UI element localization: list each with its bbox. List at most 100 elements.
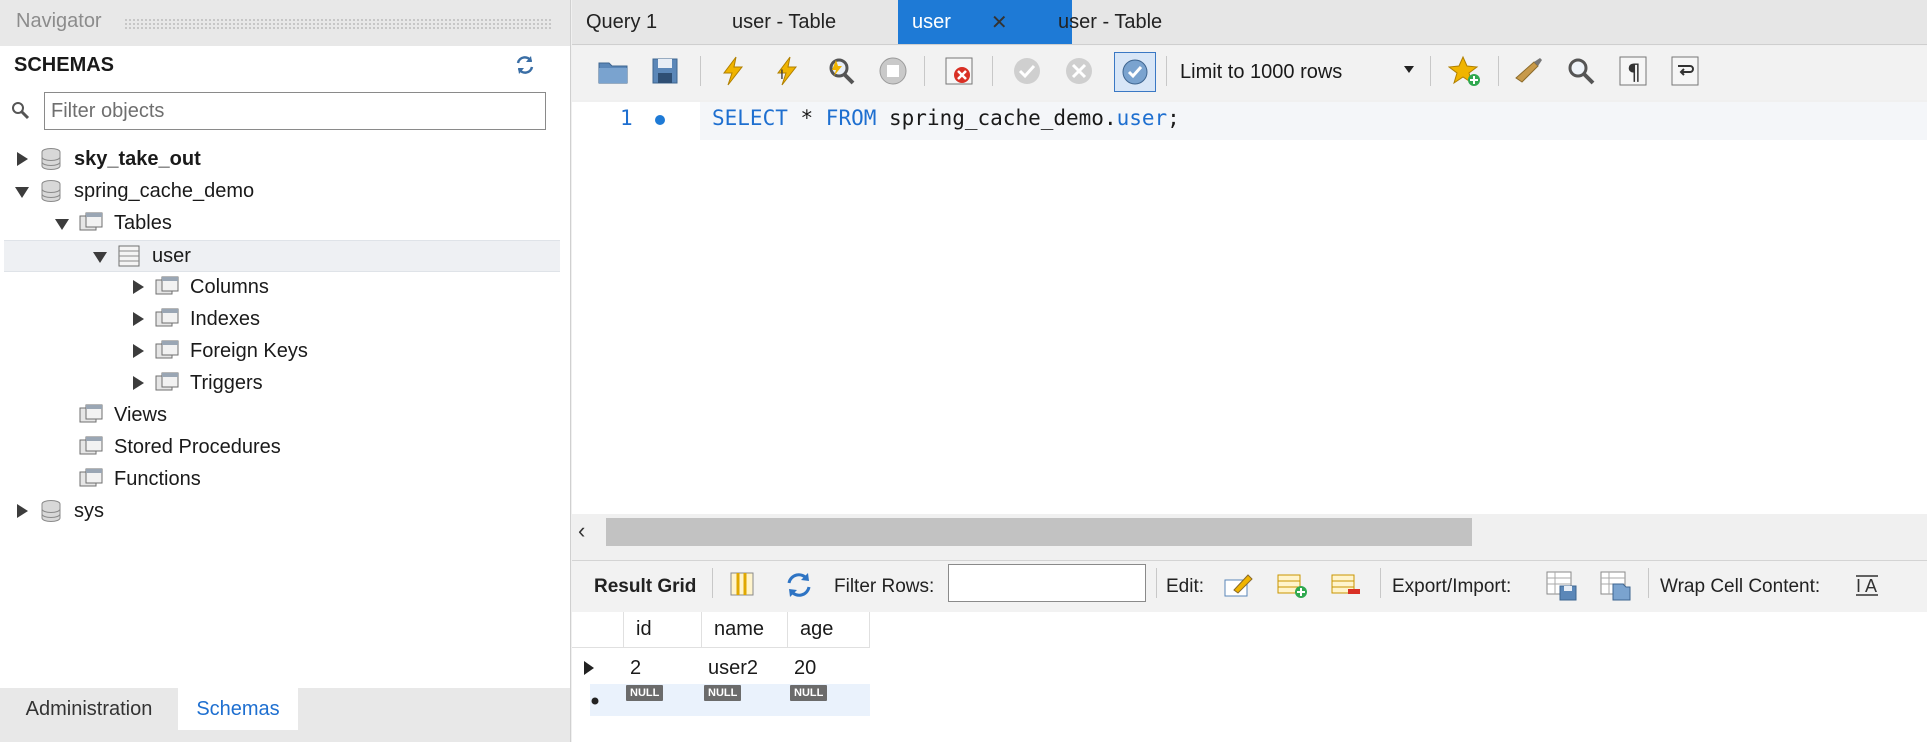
tree-item-indexes[interactable]: Indexes <box>130 304 260 334</box>
refresh-icon[interactable] <box>514 54 536 76</box>
sql-text: spring_cache_demo. <box>876 106 1117 130</box>
folder-icon <box>154 274 180 300</box>
open-file-icon[interactable] <box>596 54 630 88</box>
toolbar-separator <box>1380 568 1381 598</box>
execute-icon[interactable] <box>716 54 750 88</box>
schema-sky-take-out[interactable]: sky_take_out <box>14 144 201 174</box>
wrap-icon[interactable] <box>1668 54 1702 88</box>
svg-text:¶: ¶ <box>1627 61 1641 86</box>
database-icon <box>38 146 64 172</box>
invisible-chars-icon[interactable]: ¶ <box>1616 54 1650 88</box>
tree-item-foreign-keys[interactable]: Foreign Keys <box>130 336 308 366</box>
toggle-error-icon[interactable] <box>942 54 976 88</box>
schema-label: spring_cache_demo <box>74 179 255 202</box>
column-header-id[interactable]: id <box>624 612 702 648</box>
panel-grip[interactable] <box>124 18 552 30</box>
collapse-arrow-icon[interactable] <box>54 215 70 231</box>
sql-keyword: FROM <box>825 106 877 130</box>
null-cell[interactable]: NULL <box>790 682 850 704</box>
tree-item-user[interactable]: user <box>4 240 560 272</box>
tab-label: user - Table <box>732 10 837 33</box>
tree-label: Functions <box>114 467 201 490</box>
tree-label: Tables <box>114 211 172 234</box>
autocommit-icon[interactable] <box>1114 52 1156 92</box>
wrap-cell-icon[interactable]: IA <box>1854 572 1880 598</box>
search-icon <box>10 100 32 122</box>
tree-item-tables[interactable]: Tables <box>54 208 172 238</box>
folder-icon <box>154 306 180 332</box>
svg-text:I: I <box>1856 576 1861 596</box>
schema-label: sky_take_out <box>74 147 201 170</box>
expand-arrow-icon[interactable] <box>130 279 146 295</box>
tab-administration[interactable]: Administration <box>0 688 178 730</box>
find-icon[interactable] <box>1564 54 1598 88</box>
chevron-down-icon[interactable] <box>1404 66 1414 73</box>
tree-label: Stored Procedures <box>114 435 281 458</box>
null-cell[interactable]: NULL <box>626 682 686 704</box>
schemas-heading: SCHEMAS <box>14 54 115 76</box>
null-cell[interactable]: NULL <box>704 682 764 704</box>
commit-icon[interactable] <box>1010 54 1044 88</box>
tree-item-stored-procedures[interactable]: Stored Procedures <box>78 432 281 462</box>
bookmark-icon[interactable] <box>1447 54 1482 88</box>
toolbar-separator <box>712 568 713 598</box>
database-icon <box>38 498 64 524</box>
collapse-arrow-icon[interactable] <box>92 248 108 264</box>
expand-arrow-icon[interactable] <box>130 343 146 359</box>
edit-row-icon[interactable] <box>1222 570 1254 600</box>
tab-label: user <box>912 10 951 33</box>
toolbar-separator <box>1156 568 1157 598</box>
beautify-icon[interactable] <box>1512 54 1546 88</box>
grid-cell[interactable]: 2 <box>630 650 700 686</box>
export-icon[interactable] <box>1544 568 1578 602</box>
sql-statement[interactable]: SELECT * FROM spring_cache_demo.user; <box>712 106 1180 130</box>
grid-cell[interactable]: 20 <box>794 650 870 686</box>
scroll-thumb[interactable] <box>606 518 1472 546</box>
tab-user-table-2[interactable]: user - Table <box>1044 0 1176 44</box>
delete-row-icon[interactable] <box>1330 570 1362 600</box>
tab-query-1[interactable]: Query 1 <box>572 0 671 44</box>
tab-label: user - Table <box>1058 10 1163 33</box>
result-grid-label[interactable]: Result Grid <box>594 576 696 598</box>
folder-icon <box>154 370 180 396</box>
collapse-arrow-icon[interactable] <box>14 183 30 199</box>
tree-item-functions[interactable]: Functions <box>78 464 201 494</box>
filter-rows-label: Filter Rows: <box>834 576 935 597</box>
schema-sys[interactable]: sys <box>14 496 104 526</box>
sql-text: * <box>787 106 826 130</box>
expand-arrow-icon[interactable] <box>14 151 30 167</box>
folder-icon <box>154 338 180 364</box>
tab-schemas[interactable]: Schemas <box>178 688 298 730</box>
refresh-grid-icon[interactable] <box>784 570 814 600</box>
column-header-name[interactable]: name <box>702 612 788 648</box>
expand-arrow-icon[interactable] <box>130 375 146 391</box>
filter-rows-input[interactable] <box>948 564 1146 602</box>
execute-current-icon[interactable]: I <box>770 54 804 88</box>
limit-rows-value: Limit to 1000 rows <box>1180 60 1343 83</box>
add-row-icon[interactable] <box>1276 570 1308 600</box>
rollback-icon[interactable] <box>1062 54 1096 88</box>
stop-icon[interactable] <box>876 54 910 88</box>
folder-icon <box>78 210 104 236</box>
explain-icon[interactable] <box>824 54 858 88</box>
tree-item-columns[interactable]: Columns <box>130 272 269 302</box>
filter-objects-input[interactable] <box>44 92 546 130</box>
tree-item-triggers[interactable]: Triggers <box>130 368 263 398</box>
limit-rows-select[interactable]: Limit to 1000 rows <box>1180 52 1420 92</box>
current-row-icon <box>582 650 612 686</box>
sql-editor[interactable] <box>572 102 1927 514</box>
schema-spring-cache-demo[interactable]: spring_cache_demo <box>14 176 254 206</box>
edit-label: Edit: <box>1166 576 1205 597</box>
expand-arrow-icon[interactable] <box>130 311 146 327</box>
save-icon[interactable] <box>648 54 682 88</box>
import-icon[interactable] <box>1598 568 1632 602</box>
close-icon[interactable]: ✕ <box>991 10 1008 35</box>
tree-item-views[interactable]: Views <box>78 400 167 430</box>
scroll-left-icon[interactable]: ‹ <box>578 518 585 544</box>
grid-cell[interactable]: user2 <box>708 650 788 686</box>
form-editor-icon[interactable] <box>728 570 756 598</box>
expand-arrow-icon[interactable] <box>14 503 30 519</box>
tab-user-table[interactable]: user - Table <box>718 0 850 44</box>
column-header-age[interactable]: age <box>788 612 870 648</box>
toolbar-separator <box>1648 568 1649 598</box>
